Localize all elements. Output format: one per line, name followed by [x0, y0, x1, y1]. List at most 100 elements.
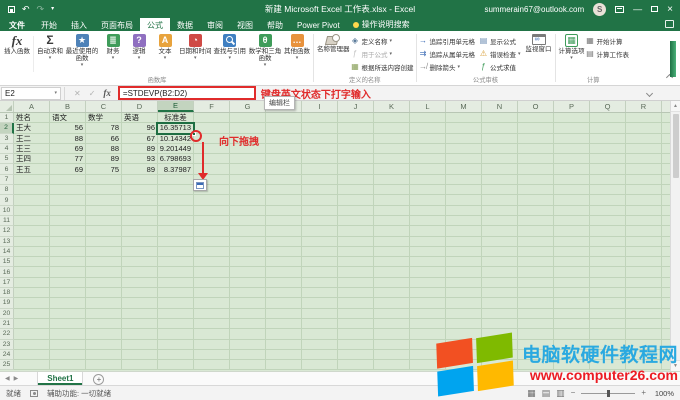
- name-manager-button[interactable]: 名称管理器: [316, 32, 351, 53]
- cell-K2[interactable]: [374, 123, 410, 133]
- cell-B19[interactable]: [50, 298, 86, 308]
- cell-A12[interactable]: [14, 226, 50, 236]
- cell-M18[interactable]: [446, 288, 482, 298]
- cell-N5[interactable]: [482, 154, 518, 164]
- cell-A11[interactable]: [14, 216, 50, 226]
- column-header-M[interactable]: M: [446, 101, 482, 112]
- column-header-K[interactable]: K: [374, 101, 410, 112]
- cell-N19[interactable]: [482, 298, 518, 308]
- cell-N1[interactable]: [482, 113, 518, 123]
- cell-C1[interactable]: 数学: [86, 113, 122, 123]
- cell-M9[interactable]: [446, 195, 482, 205]
- cell-J8[interactable]: [338, 185, 374, 195]
- cell-M21[interactable]: [446, 319, 482, 329]
- cell-N8[interactable]: [482, 185, 518, 195]
- cell-E16[interactable]: [158, 267, 194, 277]
- cell-R21[interactable]: [626, 319, 662, 329]
- cell-G10[interactable]: [230, 206, 266, 216]
- ribbon-button-logical[interactable]: ?逻辑▾: [126, 32, 152, 67]
- cell-B2[interactable]: 56: [50, 123, 86, 133]
- cell-E21[interactable]: [158, 319, 194, 329]
- scrollbar-thumb[interactable]: [673, 114, 679, 178]
- row-header-1[interactable]: 1: [0, 113, 14, 123]
- cell-K14[interactable]: [374, 247, 410, 257]
- cell-R20[interactable]: [626, 309, 662, 319]
- cancel-icon[interactable]: ✕: [74, 89, 81, 98]
- cell-J11[interactable]: [338, 216, 374, 226]
- cell-C5[interactable]: 89: [86, 154, 122, 164]
- cell-P21[interactable]: [554, 319, 590, 329]
- cell-P1[interactable]: [554, 113, 590, 123]
- cell-L10[interactable]: [410, 206, 446, 216]
- cell-G6[interactable]: [230, 164, 266, 174]
- column-header-J[interactable]: J: [338, 101, 374, 112]
- cell-E6[interactable]: 8.37987: [158, 164, 194, 174]
- cell-O5[interactable]: [518, 154, 554, 164]
- cell-E14[interactable]: [158, 247, 194, 257]
- cell-M20[interactable]: [446, 309, 482, 319]
- cell-H2[interactable]: [266, 123, 302, 133]
- cell-N6[interactable]: [482, 164, 518, 174]
- cell-C22[interactable]: [86, 329, 122, 339]
- cell-C10[interactable]: [86, 206, 122, 216]
- cell-J2[interactable]: [338, 123, 374, 133]
- cell-F16[interactable]: [194, 267, 230, 277]
- row-header-5[interactable]: 5: [0, 154, 14, 164]
- cell-R14[interactable]: [626, 247, 662, 257]
- cell-M13[interactable]: [446, 237, 482, 247]
- cell-R16[interactable]: [626, 267, 662, 277]
- cell-J6[interactable]: [338, 164, 374, 174]
- ribbon-button-autosum[interactable]: Σ自动求和▾: [36, 32, 64, 67]
- cell-A5[interactable]: 王四: [14, 154, 50, 164]
- cell-K18[interactable]: [374, 288, 410, 298]
- cell-D21[interactable]: [122, 319, 158, 329]
- cell-H7[interactable]: [266, 175, 302, 185]
- cell-Q16[interactable]: [590, 267, 626, 277]
- cell-M11[interactable]: [446, 216, 482, 226]
- cell-I15[interactable]: [302, 257, 338, 267]
- cell-A10[interactable]: [14, 206, 50, 216]
- cell-A1[interactable]: 姓名: [14, 113, 50, 123]
- cell-H18[interactable]: [266, 288, 302, 298]
- cell-R6[interactable]: [626, 164, 662, 174]
- cell-R4[interactable]: [626, 144, 662, 154]
- cell-D2[interactable]: 96: [122, 123, 158, 133]
- cell-K7[interactable]: [374, 175, 410, 185]
- cell-A24[interactable]: [14, 350, 50, 360]
- cell-A7[interactable]: [14, 175, 50, 185]
- cell-I12[interactable]: [302, 226, 338, 236]
- cell-N9[interactable]: [482, 195, 518, 205]
- cell-F21[interactable]: [194, 319, 230, 329]
- cell-J12[interactable]: [338, 226, 374, 236]
- cell-R9[interactable]: [626, 195, 662, 205]
- cell-N15[interactable]: [482, 257, 518, 267]
- cell-J14[interactable]: [338, 247, 374, 257]
- cell-H19[interactable]: [266, 298, 302, 308]
- insert-function-icon[interactable]: fx: [103, 88, 111, 98]
- cell-Q18[interactable]: [590, 288, 626, 298]
- cell-F1[interactable]: [194, 113, 230, 123]
- cell-K12[interactable]: [374, 226, 410, 236]
- cell-I22[interactable]: [302, 329, 338, 339]
- cell-L20[interactable]: [410, 309, 446, 319]
- minimize-button[interactable]: —: [633, 5, 642, 14]
- cell-K1[interactable]: [374, 113, 410, 123]
- cell-J1[interactable]: [338, 113, 374, 123]
- restore-button[interactable]: [651, 6, 658, 12]
- cell-N17[interactable]: [482, 278, 518, 288]
- cell-C3[interactable]: 66: [86, 134, 122, 144]
- zoom-slider[interactable]: [581, 393, 635, 394]
- cell-B17[interactable]: [50, 278, 86, 288]
- cell-P16[interactable]: [554, 267, 590, 277]
- cell-B6[interactable]: 69: [50, 164, 86, 174]
- cell-A6[interactable]: 王五: [14, 164, 50, 174]
- row-header-4[interactable]: 4: [0, 144, 14, 154]
- cell-M8[interactable]: [446, 185, 482, 195]
- cell-B16[interactable]: [50, 267, 86, 277]
- cell-I6[interactable]: [302, 164, 338, 174]
- cell-D8[interactable]: [122, 185, 158, 195]
- cell-F24[interactable]: [194, 350, 230, 360]
- cell-K11[interactable]: [374, 216, 410, 226]
- cell-E5[interactable]: 6.798693: [158, 154, 194, 164]
- cell-I9[interactable]: [302, 195, 338, 205]
